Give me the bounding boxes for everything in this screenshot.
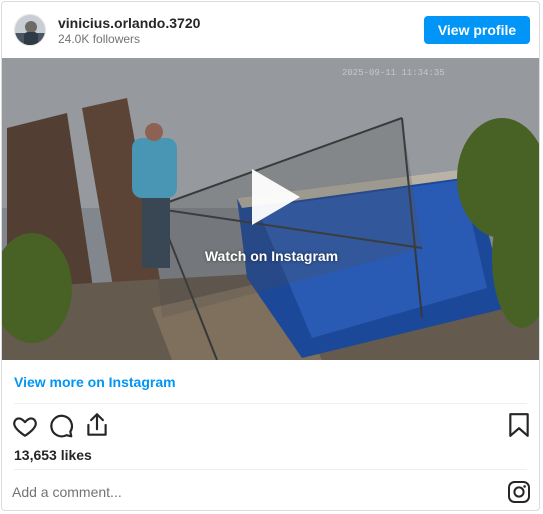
comment-icon[interactable]	[48, 413, 74, 439]
avatar[interactable]	[14, 14, 46, 46]
comment-input[interactable]: Add a comment...	[12, 484, 122, 500]
video-thumbnail[interactable]: 2025-09-11 11:34:35 Watch on Instagram	[2, 58, 539, 360]
view-profile-button[interactable]: View profile	[424, 16, 530, 44]
video-timestamp: 2025-09-11 11:34:35	[342, 68, 445, 78]
bookmark-icon[interactable]	[507, 412, 531, 438]
play-icon[interactable]	[242, 165, 306, 229]
divider	[14, 403, 527, 404]
view-more-link[interactable]: View more on Instagram	[14, 374, 176, 390]
divider	[14, 469, 527, 470]
like-count[interactable]: 13,653 likes	[14, 447, 92, 463]
watch-on-instagram-label[interactable]: Watch on Instagram	[2, 248, 539, 264]
share-icon[interactable]	[84, 411, 110, 439]
follower-count: 24.0K followers	[58, 32, 141, 46]
instagram-embed-card: vinicius.orlando.3720 24.0K followers Vi…	[1, 1, 540, 511]
username[interactable]: vinicius.orlando.3720	[58, 15, 200, 31]
instagram-logo-icon[interactable]	[507, 480, 531, 504]
heart-icon[interactable]	[12, 413, 38, 439]
post-header: vinicius.orlando.3720 24.0K followers Vi…	[2, 2, 539, 58]
